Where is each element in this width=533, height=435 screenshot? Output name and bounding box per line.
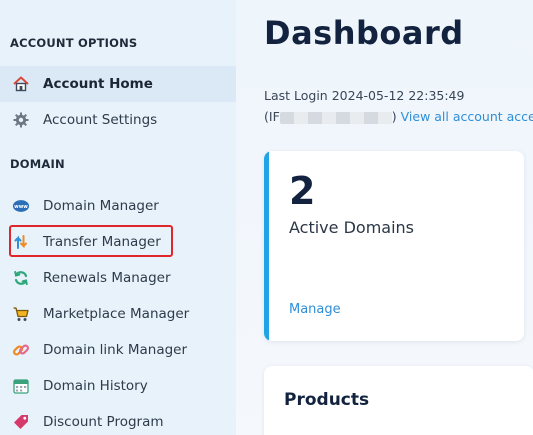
home-icon (12, 75, 30, 93)
link-icon (12, 341, 30, 359)
refresh-icon (12, 269, 30, 287)
ip-close-paren: ) (391, 109, 397, 124)
ip-open-paren: (IF (264, 109, 280, 124)
active-domains-label: Active Domains (289, 218, 414, 237)
ip-address-line: (IF) View all account acces (264, 109, 533, 124)
sidebar-item-account-home[interactable]: Account Home (0, 66, 236, 102)
sidebar-item-marketplace-manager[interactable]: Marketplace Manager (0, 296, 236, 332)
products-card: Products (264, 366, 533, 435)
sidebar-item-label: Account Home (43, 76, 153, 92)
last-login-text: Last Login 2024-05-12 22:35:49 (264, 88, 465, 103)
sidebar-item-label: Discount Program (43, 414, 164, 430)
tag-icon (12, 413, 30, 431)
active-domains-count: 2 (289, 169, 316, 213)
sidebar-item-renewals-manager[interactable]: Renewals Manager (0, 260, 236, 296)
sidebar-item-label: Domain link Manager (43, 342, 188, 358)
account-options-heading: ACCOUNT OPTIONS (10, 36, 138, 50)
sidebar-item-label: Marketplace Manager (43, 306, 190, 322)
main-content: Dashboard Last Login 2024-05-12 22:35:49… (236, 0, 533, 435)
gear-icon (12, 111, 30, 129)
sidebar-item-domain-history[interactable]: Domain History (0, 368, 236, 404)
www-globe-icon: www (12, 197, 30, 215)
sidebar-item-account-settings[interactable]: Account Settings (0, 102, 236, 138)
active-domains-card: 2 Active Domains Manage (264, 151, 524, 341)
domain-heading: DOMAIN (10, 157, 65, 171)
calendar-icon (12, 377, 30, 395)
sidebar-item-discount-program[interactable]: Discount Program (0, 404, 236, 435)
sidebar-item-label: Domain Manager (43, 198, 159, 214)
highlight-annotation-box (9, 225, 173, 257)
products-title: Products (284, 390, 370, 410)
shopping-cart-icon (12, 305, 30, 323)
manage-link[interactable]: Manage (289, 302, 341, 317)
page-title: Dashboard (264, 14, 464, 52)
sidebar-item-domain-link-manager[interactable]: Domain link Manager (0, 332, 236, 368)
sidebar: ACCOUNT OPTIONS Account Home Account Set… (0, 0, 236, 435)
sidebar-item-label: Domain History (43, 378, 148, 394)
svg-text:www: www (14, 204, 28, 210)
sidebar-item-domain-manager[interactable]: www Domain Manager (0, 188, 236, 224)
sidebar-item-label: Account Settings (43, 112, 158, 128)
sidebar-item-label: Renewals Manager (43, 270, 171, 286)
view-all-account-access-link[interactable]: View all account acces (401, 109, 533, 124)
card-accent-bar (264, 151, 269, 341)
redacted-ip (279, 111, 392, 124)
